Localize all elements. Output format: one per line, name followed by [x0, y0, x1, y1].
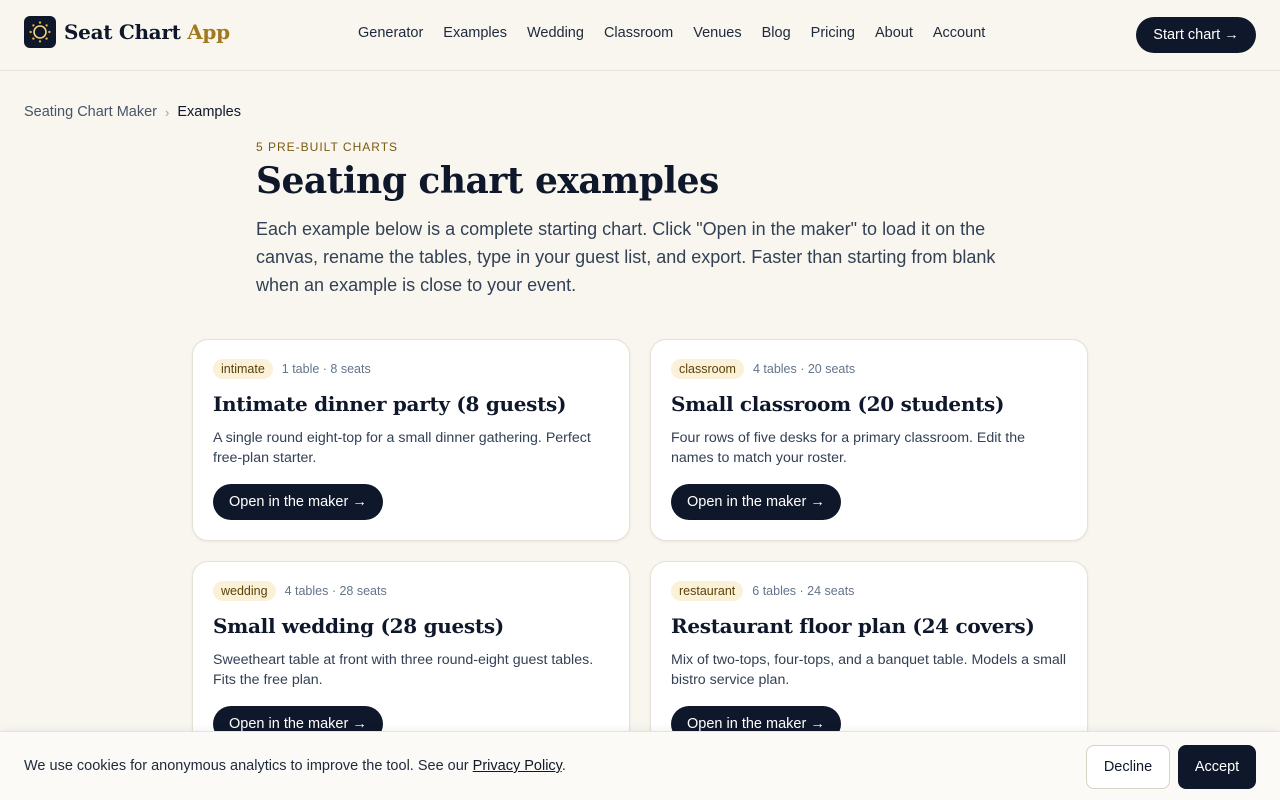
- breadcrumb-current: Examples: [177, 104, 241, 120]
- table-seat-count: 4 tables · 28 seats: [284, 584, 387, 598]
- category-tag: intimate: [213, 359, 273, 379]
- nav-examples[interactable]: Examples: [443, 25, 507, 41]
- nav-about[interactable]: About: [875, 25, 913, 41]
- card-meta: restaurant 6 tables · 24 seats: [671, 581, 854, 601]
- card-meta: classroom 4 tables · 20 seats: [671, 359, 855, 379]
- card-description: A single round eight-top for a small din…: [213, 430, 591, 466]
- breadcrumb: Seating Chart Maker › Examples: [24, 104, 241, 120]
- card-description: Four rows of five desks for a primary cl…: [671, 430, 1026, 466]
- card-title: Intimate dinner party (8 guests): [213, 392, 567, 416]
- cookie-period: .: [561, 758, 566, 774]
- start-chart-button[interactable]: Start chart →: [1136, 17, 1256, 53]
- cookie-text: We use cookies for anonymous analytics t…: [24, 758, 469, 774]
- privacy-policy-link[interactable]: Privacy Policy: [473, 758, 562, 774]
- cookie-message: We use cookies for anonymous analytics t…: [24, 758, 566, 774]
- nav-account[interactable]: Account: [933, 25, 985, 41]
- card-title: Small classroom (20 students): [671, 392, 1005, 416]
- open-in-maker-button[interactable]: Open in the maker →: [671, 484, 841, 520]
- card-meta: wedding 4 tables · 28 seats: [213, 581, 387, 601]
- sun-logo-icon: [24, 16, 56, 48]
- eyebrow-label: 5 PRE-BUILT CHARTS: [256, 140, 399, 154]
- brand-accent-word: App: [187, 20, 230, 44]
- main-nav: Generator Examples Wedding Classroom Ven…: [358, 25, 1005, 41]
- table-seat-count: 6 tables · 24 seats: [752, 584, 855, 598]
- decline-cookies-button[interactable]: Decline: [1086, 745, 1170, 789]
- nav-generator[interactable]: Generator: [358, 25, 423, 41]
- logo-link[interactable]: Seat Chart App: [24, 16, 230, 48]
- nav-pricing[interactable]: Pricing: [811, 25, 855, 41]
- card-title: Small wedding (28 guests): [213, 614, 504, 638]
- nav-classroom[interactable]: Classroom: [604, 25, 673, 41]
- accept-cookies-button[interactable]: Accept: [1178, 745, 1256, 789]
- breadcrumb-parent-link[interactable]: Seating Chart Maker: [24, 104, 157, 120]
- cookie-banner: We use cookies for anonymous analytics t…: [0, 731, 1280, 800]
- page-title: Seating chart examples: [256, 160, 719, 202]
- card-meta: intimate 1 table · 8 seats: [213, 359, 371, 379]
- card-description: Mix of two-tops, four-tops, and a banque…: [671, 652, 1067, 688]
- open-in-maker-button[interactable]: Open in the maker →: [213, 484, 383, 520]
- nav-blog[interactable]: Blog: [762, 25, 791, 41]
- site-header: Seat Chart App Generator Examples Weddin…: [0, 0, 1280, 71]
- nav-wedding[interactable]: Wedding: [527, 25, 584, 41]
- nav-venues[interactable]: Venues: [693, 25, 741, 41]
- breadcrumb-separator: ›: [164, 104, 170, 120]
- table-seat-count: 4 tables · 20 seats: [752, 362, 856, 376]
- intro-paragraph: Each example below is a complete startin…: [256, 219, 996, 295]
- brand-name: Seat Chart App: [64, 20, 230, 44]
- category-tag: wedding: [213, 581, 276, 601]
- example-card-classroom: classroom 4 tables · 20 seats Small clas…: [650, 339, 1088, 541]
- example-card-intimate: intimate 1 table · 8 seats Intimate dinn…: [192, 339, 630, 541]
- category-tag: restaurant: [671, 581, 744, 601]
- card-title: Restaurant floor plan (24 covers): [671, 614, 1035, 638]
- table-seat-count: 1 table · 8 seats: [281, 362, 371, 376]
- card-description: Sweetheart table at front with three rou…: [213, 652, 594, 688]
- category-tag: classroom: [671, 359, 744, 379]
